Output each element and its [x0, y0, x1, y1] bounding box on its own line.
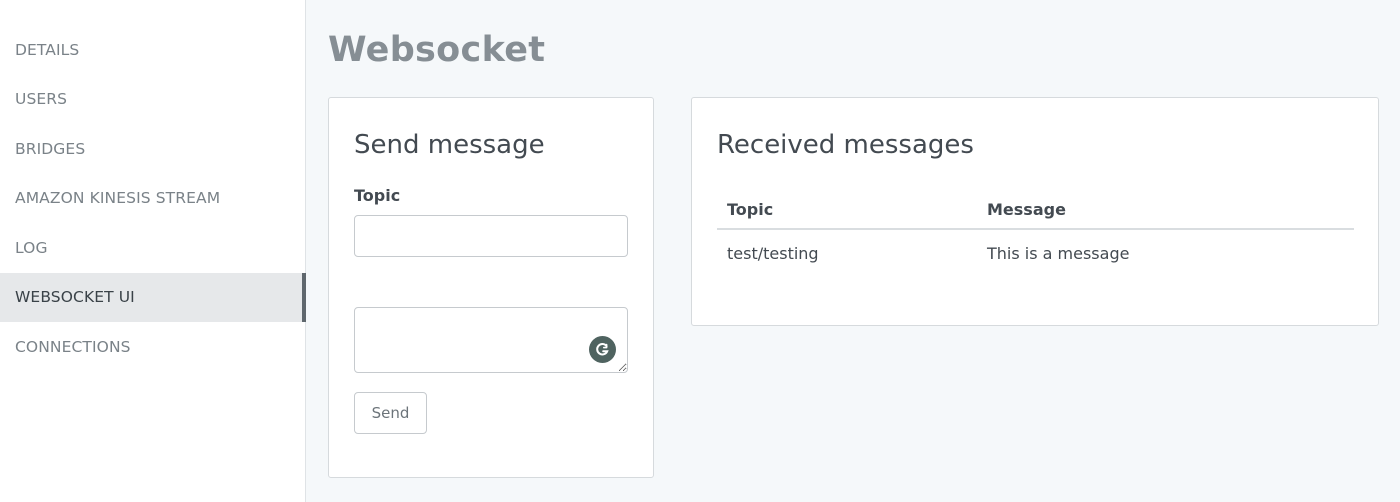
table-header: Topic Message: [717, 190, 1354, 230]
received-messages-table: Topic Message test/testing This is a mes…: [717, 190, 1354, 277]
sidebar-item-users[interactable]: USERS: [0, 75, 305, 125]
sidebar-item-label: DETAILS: [15, 40, 80, 59]
table-row: test/testing This is a message: [717, 230, 1354, 277]
received-messages-title: Received messages: [717, 130, 974, 160]
sidebar-item-label: AMAZON KINESIS STREAM: [15, 189, 221, 208]
sidebar-item-amazon-kinesis-stream[interactable]: AMAZON KINESIS STREAM: [0, 174, 305, 224]
sidebar-item-label: USERS: [15, 90, 68, 109]
send-message-card: Send message Topic Send: [328, 97, 654, 478]
cell-topic: test/testing: [727, 244, 819, 263]
sidebar-item-label: CONNECTIONS: [15, 337, 131, 356]
topic-label: Topic: [354, 186, 401, 205]
grammarly-g-icon: [596, 343, 609, 356]
sidebar-item-connections[interactable]: CONNECTIONS: [0, 322, 305, 372]
app-root: DETAILS USERS BRIDGES AMAZON KINESIS STR…: [0, 0, 1400, 502]
column-header-topic: Topic: [727, 199, 774, 219]
grammarly-icon[interactable]: [589, 336, 616, 363]
received-messages-card: Received messages Topic Message test/tes…: [691, 97, 1379, 326]
sidebar-item-label: BRIDGES: [15, 139, 86, 158]
send-message-title: Send message: [354, 130, 545, 160]
sidebar-item-websocket-ui[interactable]: WEBSOCKET UI: [0, 272, 306, 322]
page-title: Websocket: [328, 30, 546, 70]
topic-input[interactable]: [354, 215, 628, 257]
message-textarea[interactable]: [354, 307, 628, 373]
send-button[interactable]: Send: [354, 392, 427, 434]
sidebar-item-bridges[interactable]: BRIDGES: [0, 124, 305, 174]
main-content: Websocket Send message Topic Send Receiv…: [306, 0, 1400, 502]
sidebar-item-label: LOG: [15, 238, 48, 257]
sidebar-item-label: WEBSOCKET UI: [15, 288, 135, 307]
sidebar: DETAILS USERS BRIDGES AMAZON KINESIS STR…: [0, 0, 306, 502]
sidebar-item-log[interactable]: LOG: [0, 223, 305, 273]
cell-message: This is a message: [987, 244, 1130, 263]
column-header-message: Message: [987, 199, 1066, 219]
sidebar-item-details[interactable]: DETAILS: [0, 25, 305, 75]
